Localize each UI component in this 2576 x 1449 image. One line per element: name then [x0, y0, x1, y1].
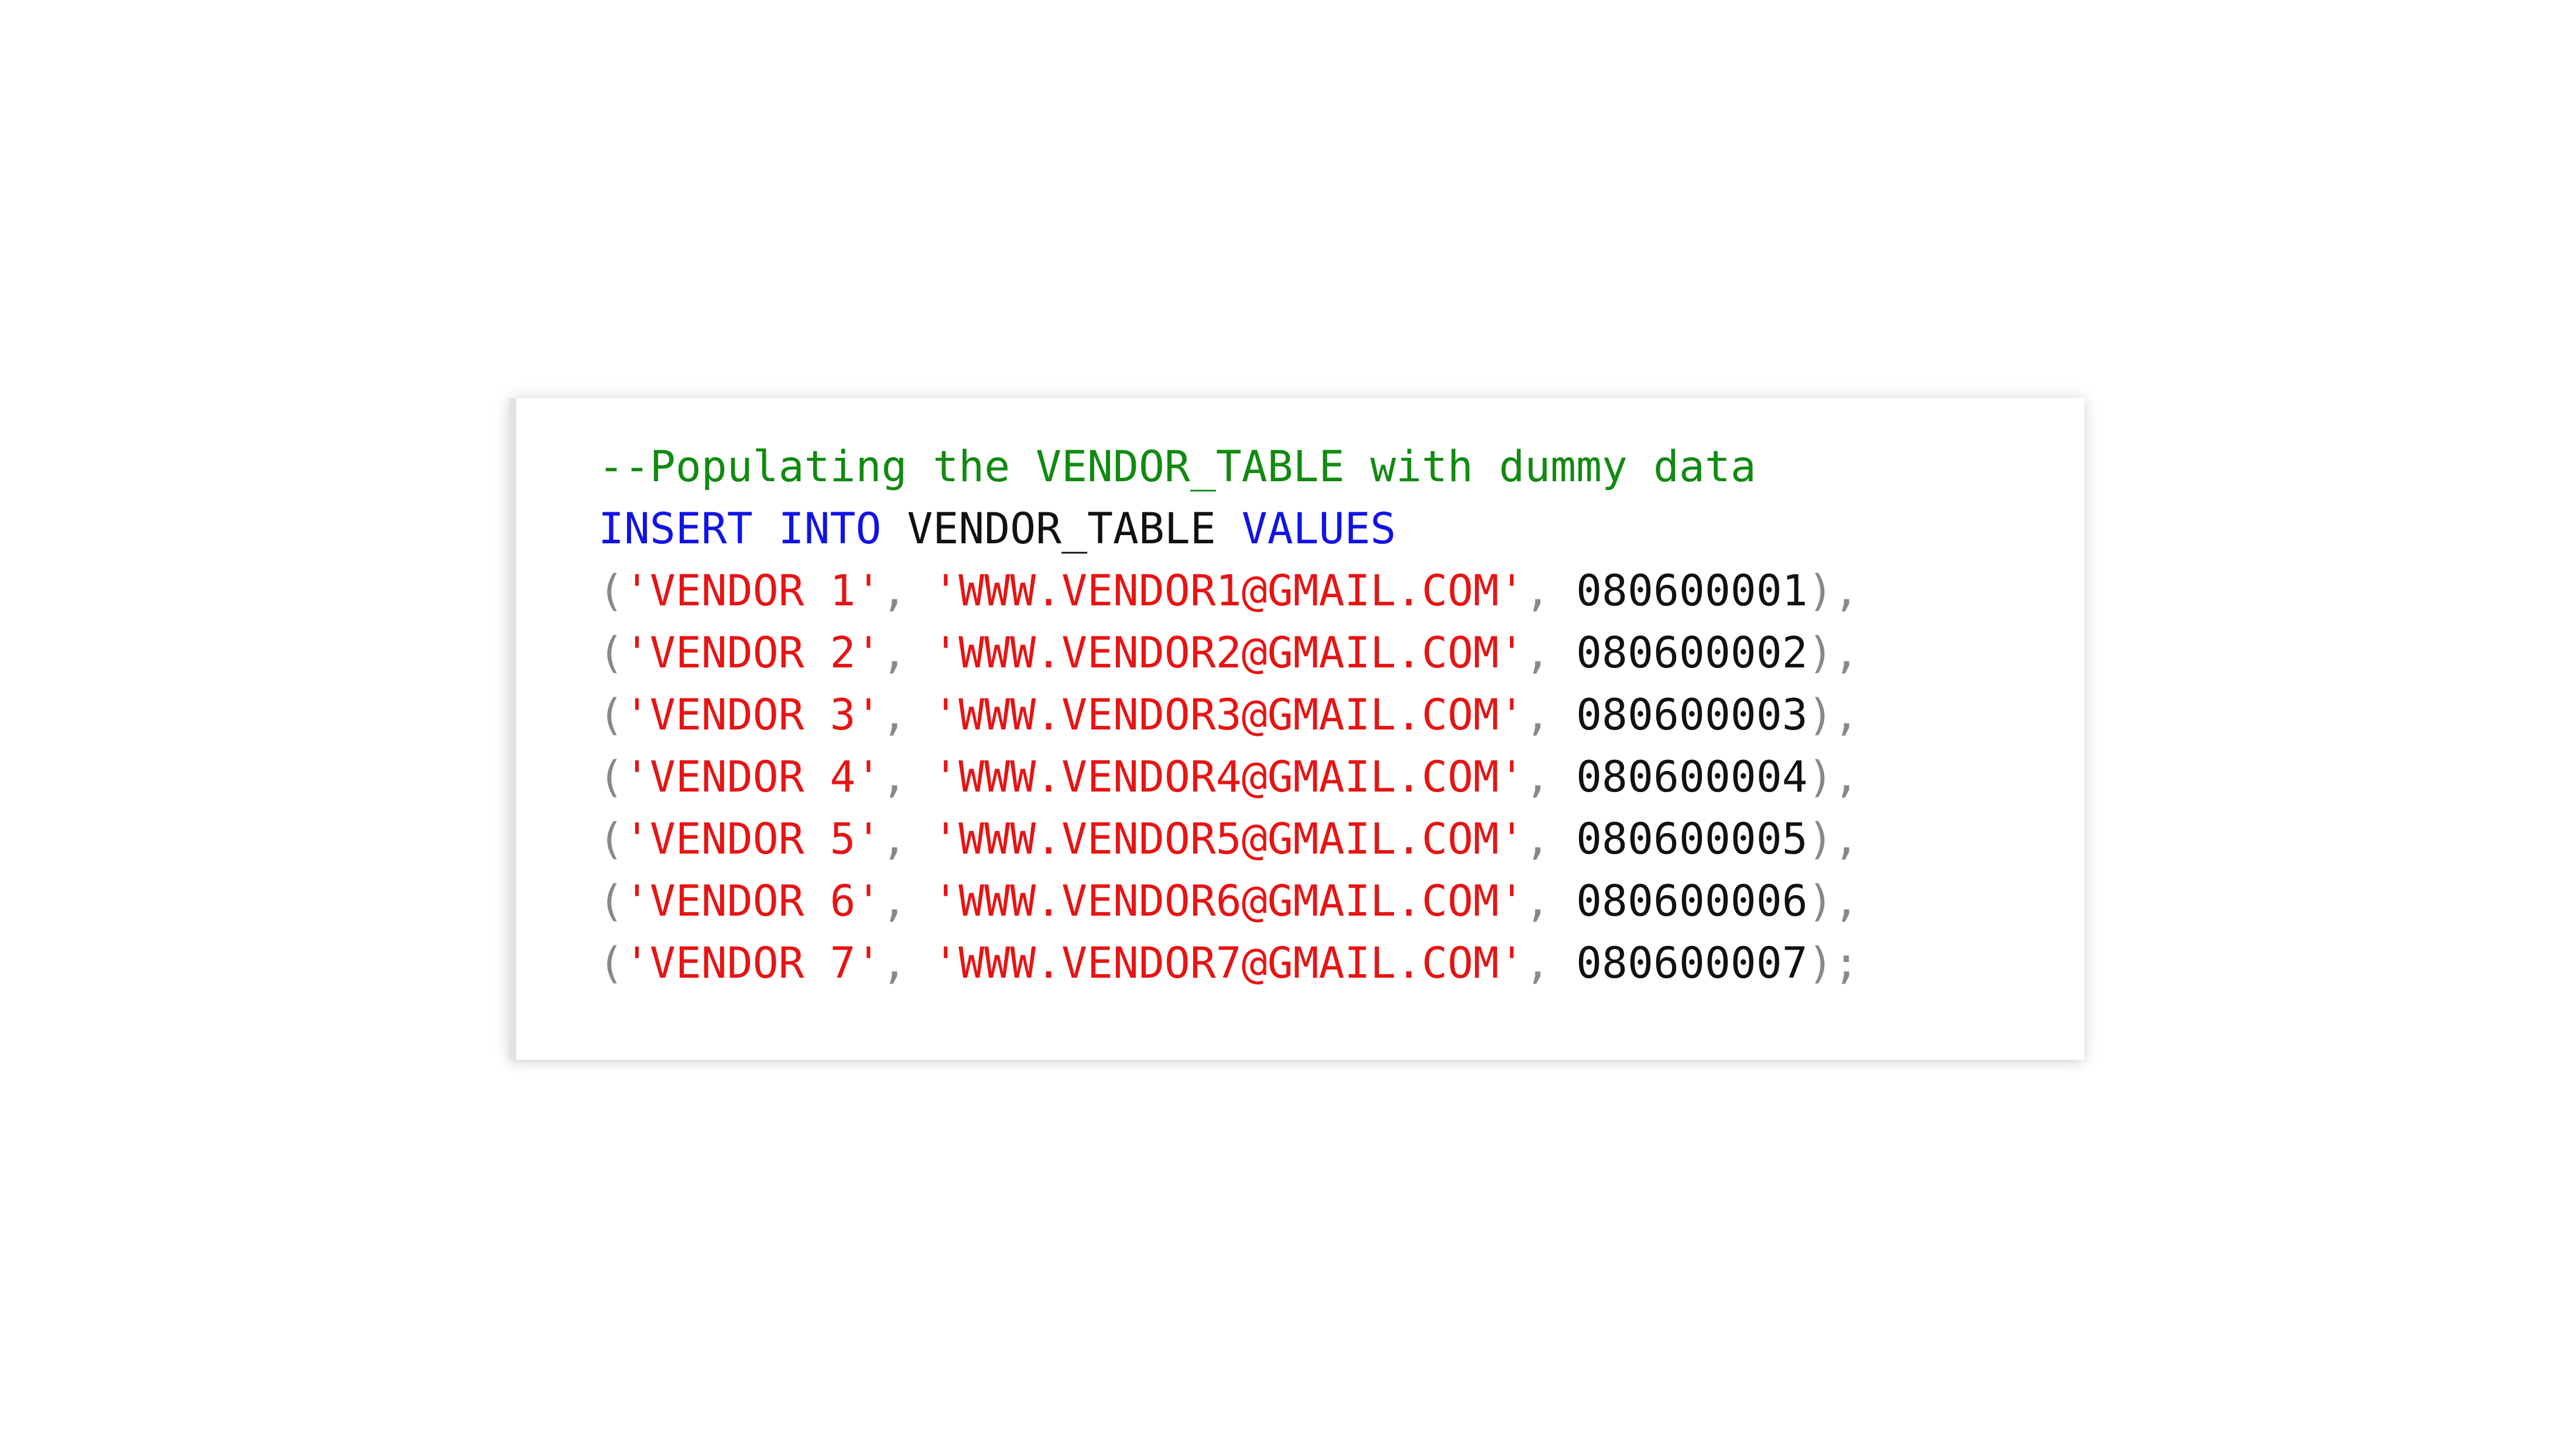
vendor-phone-literal: 080600003: [1576, 690, 1808, 740]
code-line-row: ('VENDOR 4', 'WWW.VENDOR4@GMAIL.COM', 08…: [598, 752, 1859, 802]
vendor-email-literal: 'WWW.VENDOR3@GMAIL.COM': [933, 690, 1525, 740]
vendor-email-literal: 'WWW.VENDOR5@GMAIL.COM': [933, 814, 1525, 864]
vendor-phone-literal: 080600007: [1576, 938, 1808, 988]
vendor-phone-literal: 080600002: [1576, 628, 1808, 678]
row-terminator: ),: [1807, 814, 1859, 864]
values-keyword: VALUES: [1241, 504, 1396, 554]
vendor-phone-literal: 080600005: [1576, 814, 1808, 864]
vendor-name-literal: 'VENDOR 5': [624, 814, 882, 864]
row-terminator: ),: [1807, 628, 1859, 678]
vendor-email-literal: 'WWW.VENDOR1@GMAIL.COM': [933, 566, 1525, 616]
code-line-row: ('VENDOR 3', 'WWW.VENDOR3@GMAIL.COM', 08…: [598, 690, 1859, 740]
row-terminator: ),: [1807, 566, 1859, 616]
vendor-name-literal: 'VENDOR 7': [624, 938, 882, 988]
table-name: VENDOR_TABLE: [907, 504, 1216, 554]
vendor-name-literal: 'VENDOR 1': [624, 566, 882, 616]
vendor-name-literal: 'VENDOR 4': [624, 752, 882, 802]
vendor-email-literal: 'WWW.VENDOR4@GMAIL.COM': [933, 752, 1525, 802]
code-line-row: ('VENDOR 2', 'WWW.VENDOR2@GMAIL.COM', 08…: [598, 628, 1859, 678]
vendor-phone-literal: 080600001: [1576, 566, 1808, 616]
vendor-phone-literal: 080600004: [1576, 752, 1808, 802]
row-terminator: ),: [1807, 690, 1859, 740]
row-terminator: ),: [1807, 876, 1859, 926]
sql-code: --Populating the VENDOR_TABLE with dummy…: [598, 436, 1859, 995]
code-block: --Populating the VENDOR_TABLE with dummy…: [509, 398, 2084, 1060]
row-terminator: );: [1807, 938, 1859, 988]
vendor-email-literal: 'WWW.VENDOR6@GMAIL.COM': [933, 876, 1525, 926]
sql-comment: --Populating the VENDOR_TABLE with dummy…: [598, 442, 1756, 492]
into-keyword: INTO: [778, 504, 882, 554]
code-line-insert: INSERT INTO VENDOR_TABLE VALUES: [598, 498, 1859, 560]
vendor-email-literal: 'WWW.VENDOR7@GMAIL.COM': [933, 938, 1525, 988]
insert-keyword: INSERT: [598, 504, 753, 554]
code-line-row: ('VENDOR 5', 'WWW.VENDOR5@GMAIL.COM', 08…: [598, 814, 1859, 864]
vendor-phone-literal: 080600006: [1576, 876, 1808, 926]
vendor-name-literal: 'VENDOR 3': [624, 690, 882, 740]
vendor-email-literal: 'WWW.VENDOR2@GMAIL.COM': [933, 628, 1525, 678]
row-terminator: ),: [1807, 752, 1859, 802]
vendor-name-literal: 'VENDOR 2': [624, 628, 882, 678]
code-line-row: ('VENDOR 1', 'WWW.VENDOR1@GMAIL.COM', 08…: [598, 566, 1859, 616]
code-line-comment: --Populating the VENDOR_TABLE with dummy…: [598, 436, 1859, 498]
code-line-row: ('VENDOR 6', 'WWW.VENDOR6@GMAIL.COM', 08…: [598, 876, 1859, 926]
code-line-row: ('VENDOR 7', 'WWW.VENDOR7@GMAIL.COM', 08…: [598, 938, 1859, 988]
vendor-name-literal: 'VENDOR 6': [624, 876, 882, 926]
